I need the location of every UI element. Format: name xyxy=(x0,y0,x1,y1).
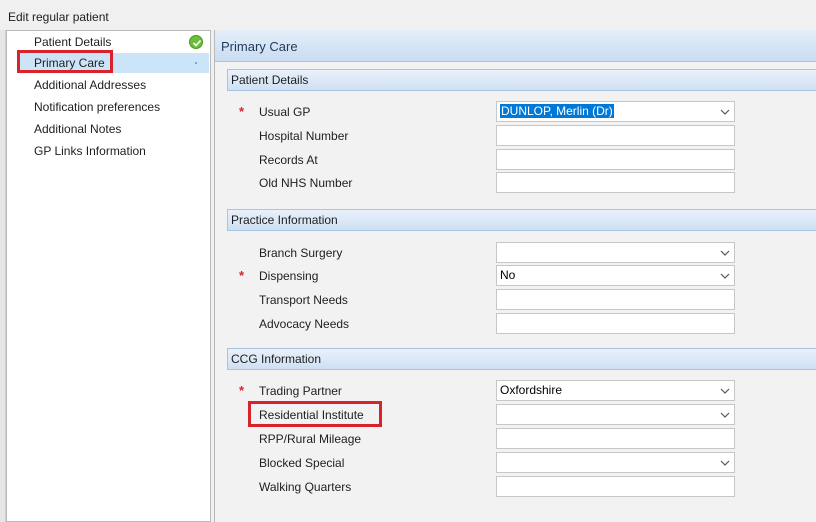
residential-institute-label: Residential Institute xyxy=(259,408,364,422)
chevron-down-icon xyxy=(720,109,730,115)
section-header-practice-information: Practice Information xyxy=(227,209,816,231)
content-panel: Primary Care Patient Details * Usual GP … xyxy=(214,30,816,522)
blocked-special-label: Blocked Special xyxy=(259,456,345,470)
old-nhs-number-input[interactable] xyxy=(496,172,735,193)
chevron-down-icon xyxy=(720,388,730,394)
window-title-bar: Edit regular patient xyxy=(0,0,816,30)
dispensing-label: Dispensing xyxy=(259,269,319,283)
usual-gp-select[interactable]: DUNLOP, Merlin (Dr) xyxy=(496,101,735,122)
dispensing-select[interactable]: No xyxy=(496,265,735,286)
nav-item-label: GP Links Information xyxy=(34,144,146,158)
nav-item-additional-notes[interactable]: Additional Notes xyxy=(19,119,209,139)
check-icon xyxy=(189,35,203,49)
nav-item-label: Notification preferences xyxy=(34,100,161,114)
chevron-down-icon xyxy=(720,273,730,279)
advocacy-needs-label: Advocacy Needs xyxy=(259,317,350,331)
usual-gp-label: Usual GP xyxy=(259,105,311,119)
chevron-down-icon xyxy=(720,412,730,418)
records-at-label: Records At xyxy=(259,153,318,167)
nav-item-patient-details[interactable]: Patient Details xyxy=(19,32,209,52)
rpp-rural-mileage-label: RPP/Rural Mileage xyxy=(259,432,362,446)
section-title: Practice Information xyxy=(231,213,338,227)
nav-item-label: Patient Details xyxy=(34,35,112,49)
required-marker: * xyxy=(239,383,245,398)
walking-quarters-input[interactable] xyxy=(496,476,735,497)
navigation-panel: Patient Details Primary Care Additional … xyxy=(6,30,211,522)
nav-item-label: Additional Notes xyxy=(34,122,122,136)
required-marker: * xyxy=(239,268,245,283)
content-header: Primary Care xyxy=(215,30,816,62)
section-title: CCG Information xyxy=(231,352,322,366)
chevron-down-icon xyxy=(720,250,730,256)
branch-surgery-label: Branch Surgery xyxy=(259,246,343,260)
rpp-rural-mileage-input[interactable] xyxy=(496,428,735,449)
transport-needs-label: Transport Needs xyxy=(259,293,348,307)
residential-institute-select[interactable] xyxy=(496,404,735,425)
usual-gp-value: DUNLOP, Merlin (Dr) xyxy=(500,104,614,118)
nav-item-label: Additional Addresses xyxy=(34,78,147,92)
required-marker: * xyxy=(239,104,245,119)
trading-partner-label: Trading Partner xyxy=(259,384,342,398)
nav-item-gp-links-information[interactable]: GP Links Information xyxy=(19,141,209,161)
section-header-patient-details: Patient Details xyxy=(227,69,816,91)
trading-partner-value: Oxfordshire xyxy=(500,383,563,397)
advocacy-needs-input[interactable] xyxy=(496,313,735,334)
selection-dot-icon xyxy=(195,62,197,64)
transport-needs-input[interactable] xyxy=(496,289,735,310)
window-title: Edit regular patient xyxy=(8,10,109,24)
dispensing-value: No xyxy=(500,268,516,282)
hospital-number-input[interactable] xyxy=(496,125,735,146)
page-title: Primary Care xyxy=(221,39,298,54)
nav-item-label: Primary Care xyxy=(34,56,105,70)
nav-item-notification-preferences[interactable]: Notification preferences xyxy=(19,97,209,117)
nav-item-additional-addresses[interactable]: Additional Addresses xyxy=(19,75,209,95)
nav-item-primary-care[interactable]: Primary Care xyxy=(19,53,209,73)
walking-quarters-label: Walking Quarters xyxy=(259,480,352,494)
branch-surgery-select[interactable] xyxy=(496,242,735,263)
section-header-ccg-information: CCG Information xyxy=(227,348,816,370)
records-at-input[interactable] xyxy=(496,149,735,170)
chevron-down-icon xyxy=(720,460,730,466)
hospital-number-label: Hospital Number xyxy=(259,129,349,143)
trading-partner-select[interactable]: Oxfordshire xyxy=(496,380,735,401)
old-nhs-number-label: Old NHS Number xyxy=(259,176,353,190)
blocked-special-select[interactable] xyxy=(496,452,735,473)
section-title: Patient Details xyxy=(231,73,309,87)
